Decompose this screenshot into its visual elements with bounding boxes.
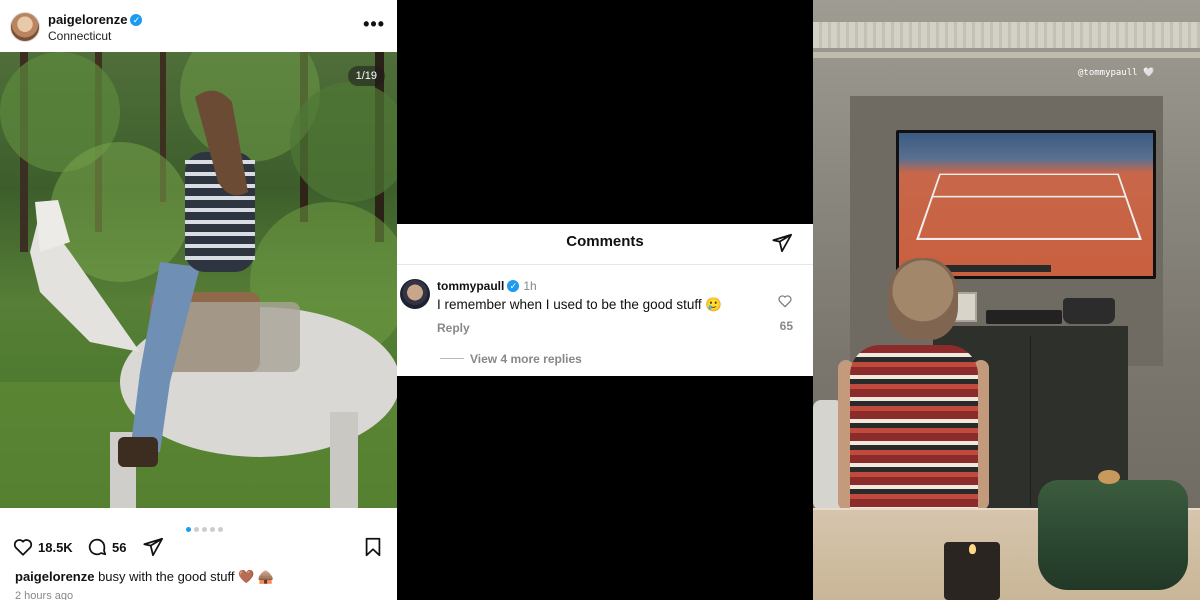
- post-actions: 18.5K 56: [12, 535, 385, 559]
- verified-badge-icon: ✓: [130, 14, 143, 26]
- post-caption: paigelorenze busy with the good stuff 🤎 …: [15, 569, 274, 585]
- comment-like-count: 65: [779, 319, 793, 333]
- ceiling-molding: [813, 22, 1200, 48]
- heart-icon[interactable]: [777, 293, 793, 309]
- divider: [440, 358, 464, 359]
- send-icon[interactable]: [771, 232, 793, 254]
- photo-counter: 1/19: [347, 66, 385, 86]
- like-button[interactable]: 18.5K: [12, 535, 73, 559]
- carousel-dot: [186, 527, 191, 532]
- post-header: paigelorenze ✓ Connecticut •••: [0, 0, 397, 52]
- comments-screen: Comments tommypaull ✓ 1h I remember when I…: [397, 0, 813, 600]
- comment-avatar[interactable]: [400, 279, 430, 309]
- instagram-post: paigelorenze ✓ Connecticut ••• 1/19 18.5…: [0, 0, 397, 600]
- verified-badge-icon: ✓: [507, 280, 520, 292]
- like-count: 18.5K: [38, 539, 73, 555]
- speaker: [986, 310, 1062, 324]
- comment-text: I remember when I used to be the good st…: [437, 297, 723, 312]
- caption-username[interactable]: paigelorenze: [15, 569, 94, 584]
- view-more-replies-button[interactable]: View 4 more replies: [470, 352, 582, 366]
- more-options-button[interactable]: •••: [363, 14, 385, 35]
- send-icon: [143, 537, 164, 557]
- tennis-court: [916, 173, 1142, 241]
- television: [896, 130, 1156, 279]
- carousel-dot: [202, 527, 207, 532]
- carousel-dot: [218, 527, 223, 532]
- tennis-broadcast: [899, 133, 1153, 276]
- cooking-pot: [1063, 298, 1115, 324]
- post-location[interactable]: Connecticut: [48, 29, 111, 43]
- comment-icon: [88, 538, 107, 556]
- heart-icon: [13, 539, 33, 556]
- forest-horse-rider-image: [0, 52, 397, 508]
- comment-author[interactable]: tommypaull ✓ 1h: [437, 279, 537, 293]
- avatar[interactable]: [10, 12, 40, 42]
- ceiling-molding: [813, 52, 1200, 58]
- comments-sheet: Comments tommypaull ✓ 1h I remember when I…: [397, 224, 813, 376]
- save-button[interactable]: [362, 535, 384, 559]
- post-photo[interactable]: 1/19: [0, 52, 397, 508]
- carousel-indicator: [186, 519, 226, 532]
- carousel-dot: [194, 527, 199, 532]
- story-image: @tommypaull 🤍: [813, 0, 1200, 600]
- person-striped-top: [850, 345, 978, 515]
- lid-knob: [1098, 470, 1120, 484]
- dutch-oven: [1038, 480, 1188, 590]
- bookmark-icon: [365, 537, 381, 557]
- comment-button[interactable]: 56: [86, 535, 126, 559]
- comment-count: 56: [112, 539, 127, 555]
- comments-title: Comments: [566, 233, 644, 250]
- story-mention-tag[interactable]: @tommypaull 🤍: [1078, 68, 1154, 78]
- divider: [397, 264, 813, 265]
- carousel-dot: [210, 527, 215, 532]
- caption-text: busy with the good stuff 🤎 🛖: [94, 569, 275, 584]
- share-button[interactable]: [142, 535, 164, 559]
- comment-time: 1h: [523, 279, 537, 293]
- reply-button[interactable]: Reply: [437, 321, 470, 335]
- post-timestamp: 2 hours ago: [15, 590, 74, 600]
- person-head: [888, 258, 958, 340]
- divider: [1030, 336, 1031, 506]
- post-username[interactable]: paigelorenze ✓: [48, 12, 143, 27]
- candle-flame: [969, 544, 976, 554]
